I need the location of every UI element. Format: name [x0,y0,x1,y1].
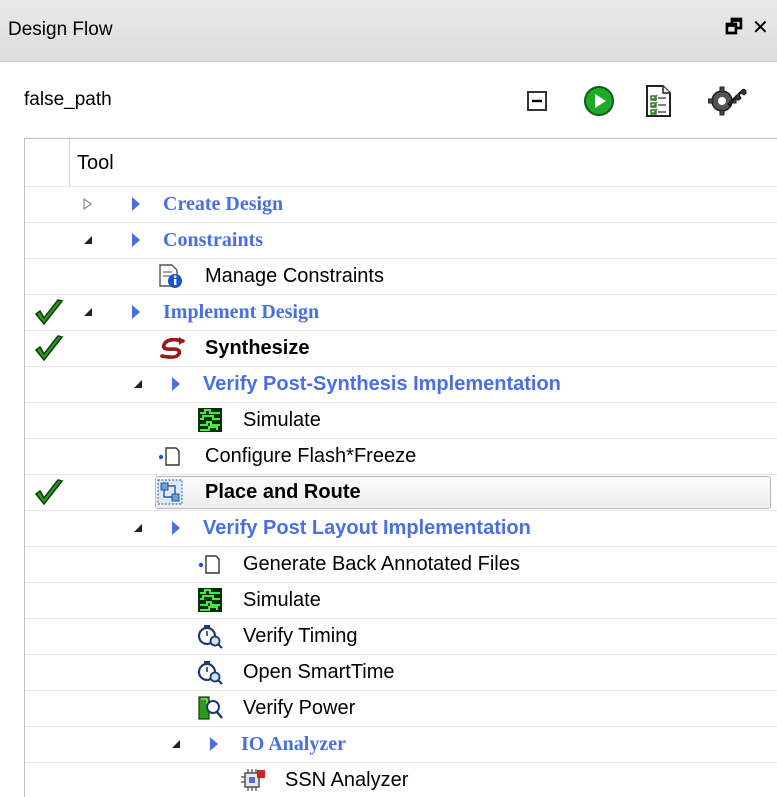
tree-item-label: Manage Constraints [205,265,384,287]
optional-box-icon [158,447,180,466]
completed-check-icon [34,335,64,362]
tree-item-label: Open SmartTime [243,661,395,683]
tree-row-place-and-route[interactable]: Place and Route [25,474,777,510]
timing-clock-icon [197,625,223,649]
category-arrow-icon [210,737,218,751]
tree-header: Tool [25,139,777,187]
tree-item-label: Implement Design [163,301,320,323]
run-icon[interactable] [582,84,616,118]
design-name: false_path [24,89,112,110]
tree-item-label: Place and Route [205,481,361,503]
panel-titlebar: Design Flow 🗗 ✕ [0,0,777,62]
collapse-arrow-icon[interactable] [131,375,145,393]
close-icon[interactable]: ✕ [752,17,769,39]
tree-row-verify-post-layout[interactable]: Verify Post Layout Implementation [25,510,777,546]
tree-item-label: Simulate [243,409,321,431]
collapse-arrow-icon[interactable] [169,735,183,753]
timing-clock-icon [197,661,223,685]
tool-column-header: Tool [77,152,114,174]
collapse-all-icon[interactable] [520,84,554,118]
tree-row-verify-power[interactable]: Verify Power [25,690,777,726]
tree-row-ssn-analyzer[interactable]: SSN Analyzer [25,762,777,797]
tree-row-verify-timing[interactable]: Verify Timing [25,618,777,654]
tree-item-label: Configure Flash*Freeze [205,445,417,467]
tree-row-synthesize[interactable]: Synthesize [25,330,777,366]
tree-row-open-smarttime[interactable]: Open SmartTime [25,654,777,690]
category-arrow-icon [172,377,180,391]
tree-item-label: Verify Post Layout Implementation [203,517,531,539]
category-arrow-icon [132,233,140,247]
tree-item-label: Verify Post-Synthesis Implementation [203,373,561,395]
power-magnifier-icon [198,696,223,720]
settings-wrench-icon[interactable] [706,84,750,118]
synthesize-icon [160,337,185,359]
completed-check-icon [34,479,64,506]
category-arrow-icon [132,197,140,211]
category-arrow-icon [132,305,140,319]
tree-item-label: SSN Analyzer [285,769,409,791]
panel-title: Design Flow [8,19,113,40]
tree-row-simulate[interactable]: Simulate [25,402,777,438]
place-route-icon [157,479,183,505]
tree-row-manage-constraints[interactable]: Manage Constraints [25,258,777,294]
tree-row-constraints[interactable]: Constraints [25,222,777,258]
waveform-icon [198,588,222,612]
tree-row-io-analyzer[interactable]: IO Analyzer [25,726,777,762]
tree-item-label: IO Analyzer [241,733,346,755]
completed-check-icon [34,299,64,326]
tree-item-label: Generate Back Annotated Files [243,553,520,575]
tree-item-label: Verify Power [243,697,356,719]
collapse-arrow-icon[interactable] [131,519,145,537]
status-column-header [25,139,70,187]
tree-row-implement-design[interactable]: Implement Design [25,294,777,330]
report-icon[interactable] [641,84,675,118]
collapse-arrow-icon[interactable] [81,231,95,249]
document-info-icon [159,264,182,288]
tree-item-label: Synthesize [205,337,310,359]
tree-item-label: Simulate [243,589,321,611]
tree-row-configure-flash-freeze[interactable]: Configure Flash*Freeze [25,438,777,474]
ssn-analyzer-icon [241,769,265,791]
tree-row-verify-post-synthesis[interactable]: Verify Post-Synthesis Implementation [25,366,777,402]
tree-item-label: Constraints [163,229,264,251]
collapse-arrow-icon[interactable] [81,303,95,321]
expand-arrow-icon[interactable] [81,195,95,213]
tree-row-generate-back-annotated[interactable]: Generate Back Annotated Files [25,546,777,582]
tree-item-label: Verify Timing [243,625,358,647]
restore-window-icon[interactable]: 🗗 [725,17,743,39]
waveform-icon [198,408,222,432]
tree-row-simulate-post-layout[interactable]: Simulate [25,582,777,618]
design-flow-tree: Tool Create Design Constraints Manage Co… [24,138,777,797]
optional-box-icon [198,555,220,574]
category-arrow-icon [172,521,180,535]
tree-row-create-design[interactable]: Create Design [25,186,777,222]
tree-item-label: Create Design [163,193,284,215]
